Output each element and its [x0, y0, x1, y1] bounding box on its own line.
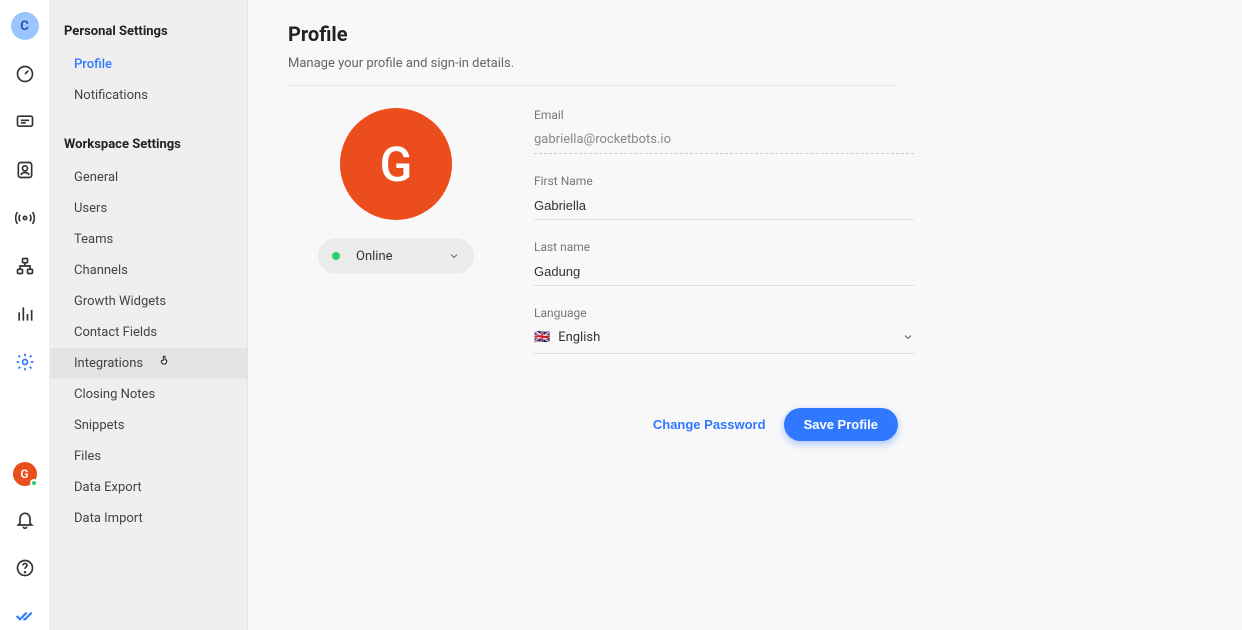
status-label: Online [350, 249, 393, 264]
page-subtitle: Manage your profile and sign-in details. [288, 56, 1202, 71]
status-dot-icon [332, 252, 340, 260]
sidebar-item-profile[interactable]: Profile [50, 49, 247, 80]
reports-icon[interactable] [11, 300, 39, 328]
sidebar-item-contact-fields[interactable]: Contact Fields [50, 317, 247, 348]
language-value: English [558, 330, 894, 345]
contacts-icon[interactable] [11, 156, 39, 184]
chevron-down-icon [902, 328, 914, 347]
dashboard-icon[interactable] [11, 60, 39, 88]
sidebar-item-teams[interactable]: Teams [50, 224, 247, 255]
settings-side-panel: Personal Settings Profile Notifications … [50, 0, 248, 630]
sidebar-item-growth-widgets[interactable]: Growth Widgets [50, 286, 247, 317]
sidebar-item-channels[interactable]: Channels [50, 255, 247, 286]
sidebar-item-data-export[interactable]: Data Export [50, 472, 247, 503]
sidebar-item-general[interactable]: General [50, 162, 247, 193]
chevron-down-icon [448, 247, 460, 266]
double-check-icon[interactable] [11, 602, 39, 630]
help-icon[interactable] [11, 554, 39, 582]
first-name-field-group: First Name [534, 174, 914, 220]
workflows-icon[interactable] [11, 252, 39, 280]
sidebar-item-closing-notes[interactable]: Closing Notes [50, 379, 247, 410]
language-dropdown[interactable]: 🇬🇧 English [534, 326, 914, 354]
messages-icon[interactable] [11, 108, 39, 136]
sidebar-item-notifications[interactable]: Notifications [50, 80, 247, 111]
user-avatar-letter: G [20, 467, 28, 481]
sidebar-item-files[interactable]: Files [50, 441, 247, 472]
notifications-bell-icon[interactable] [11, 506, 39, 534]
status-dropdown[interactable]: Online [318, 238, 474, 274]
workspace-settings-title: Workspace Settings [50, 131, 247, 162]
email-field-group: Email gabriella@rocketbots.io [534, 108, 914, 154]
sidebar-item-integrations[interactable]: Integrations [50, 348, 247, 379]
page-title: Profile [288, 22, 1202, 46]
email-label: Email [534, 108, 914, 122]
sidebar-item-users[interactable]: Users [50, 193, 247, 224]
user-avatar[interactable]: G [13, 462, 37, 486]
profile-avatar[interactable]: G [340, 108, 452, 220]
presence-dot [30, 479, 38, 487]
first-name-label: First Name [534, 174, 914, 188]
flag-icon: 🇬🇧 [534, 330, 550, 345]
main-content: Profile Manage your profile and sign-in … [248, 0, 1242, 630]
icon-rail: C G [0, 0, 50, 630]
first-name-input[interactable] [534, 194, 914, 220]
language-label: Language [534, 306, 914, 320]
language-field-group: Language 🇬🇧 English [534, 306, 914, 354]
email-value: gabriella@rocketbots.io [534, 128, 914, 154]
personal-settings-title: Personal Settings [50, 18, 247, 49]
last-name-field-group: Last name [534, 240, 914, 286]
save-profile-button[interactable]: Save Profile [784, 408, 898, 441]
broadcast-icon[interactable] [11, 204, 39, 232]
sidebar-item-data-import[interactable]: Data Import [50, 503, 247, 534]
last-name-label: Last name [534, 240, 914, 254]
workspace-avatar[interactable]: C [11, 12, 39, 40]
divider [288, 85, 898, 86]
change-password-button[interactable]: Change Password [653, 417, 766, 432]
last-name-input[interactable] [534, 260, 914, 286]
settings-icon[interactable] [11, 348, 39, 376]
sidebar-item-snippets[interactable]: Snippets [50, 410, 247, 441]
